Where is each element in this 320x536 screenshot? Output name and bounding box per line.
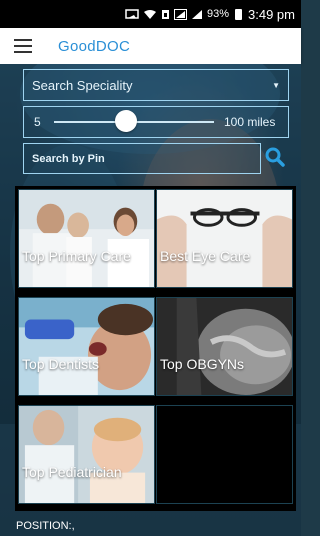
tile-primary-care[interactable]: Top Primary Care — [18, 189, 155, 288]
tile-primary-care-label: Top Primary Care — [22, 248, 131, 264]
screen-mirror-icon — [125, 8, 139, 19]
primary-care-image — [19, 190, 154, 287]
distance-slider-track[interactable] — [54, 110, 214, 132]
tile-eye-care-label: Best Eye Care — [160, 248, 251, 264]
status-time: 3:49 pm — [248, 6, 295, 22]
battery-icon — [235, 8, 243, 20]
slider-max-label: 100 miles — [224, 115, 276, 129]
slider-min-label: 5 — [34, 115, 41, 129]
tile-dentists[interactable]: Top Dentists — [18, 297, 155, 396]
tile-obgyns-label: Top OBGYNs — [160, 356, 245, 372]
distance-slider-container: 5 100 miles — [23, 106, 289, 138]
pin-search-input[interactable] — [23, 143, 261, 174]
search-button[interactable] — [264, 146, 286, 168]
app-bar: GoodDOC — [0, 28, 301, 64]
sim-icon — [161, 9, 169, 19]
wifi-icon — [143, 9, 156, 19]
dropdown-caret-icon: ▼ — [272, 80, 280, 90]
app-title: GoodDOC — [58, 37, 131, 55]
tile-eye-care[interactable]: Best Eye Care — [156, 189, 293, 288]
tile-empty — [156, 405, 293, 504]
status-bar: 93% 3:49 pm — [0, 0, 301, 28]
tile-obgyns[interactable]: Top OBGYNs — [156, 297, 293, 396]
signal-strength-icon — [191, 9, 202, 19]
speciality-grid: Top Primary Care Best Eye Care Top Denti… — [15, 186, 296, 511]
signal-icon — [173, 8, 187, 20]
tile-dentists-label: Top Dentists — [22, 356, 100, 372]
eye-care-image — [157, 190, 292, 287]
battery-percent: 93% — [206, 8, 230, 20]
distance-slider-thumb[interactable] — [115, 110, 137, 132]
hamburger-menu-icon[interactable] — [14, 39, 34, 53]
status-icons: 93% — [125, 8, 243, 20]
magnifier-icon — [265, 147, 285, 167]
speciality-select[interactable]: Search Speciality ▼ — [23, 69, 289, 101]
tile-pediatrician-label: Top Pediatrician — [22, 464, 122, 480]
dentist-image — [19, 298, 154, 395]
speciality-select-label: Search Speciality — [32, 77, 133, 93]
position-label: POSITION:, — [16, 520, 75, 532]
pediatrician-image — [19, 406, 154, 503]
tile-pediatrician[interactable]: Top Pediatrician — [18, 405, 155, 504]
obgyn-image — [157, 298, 292, 395]
